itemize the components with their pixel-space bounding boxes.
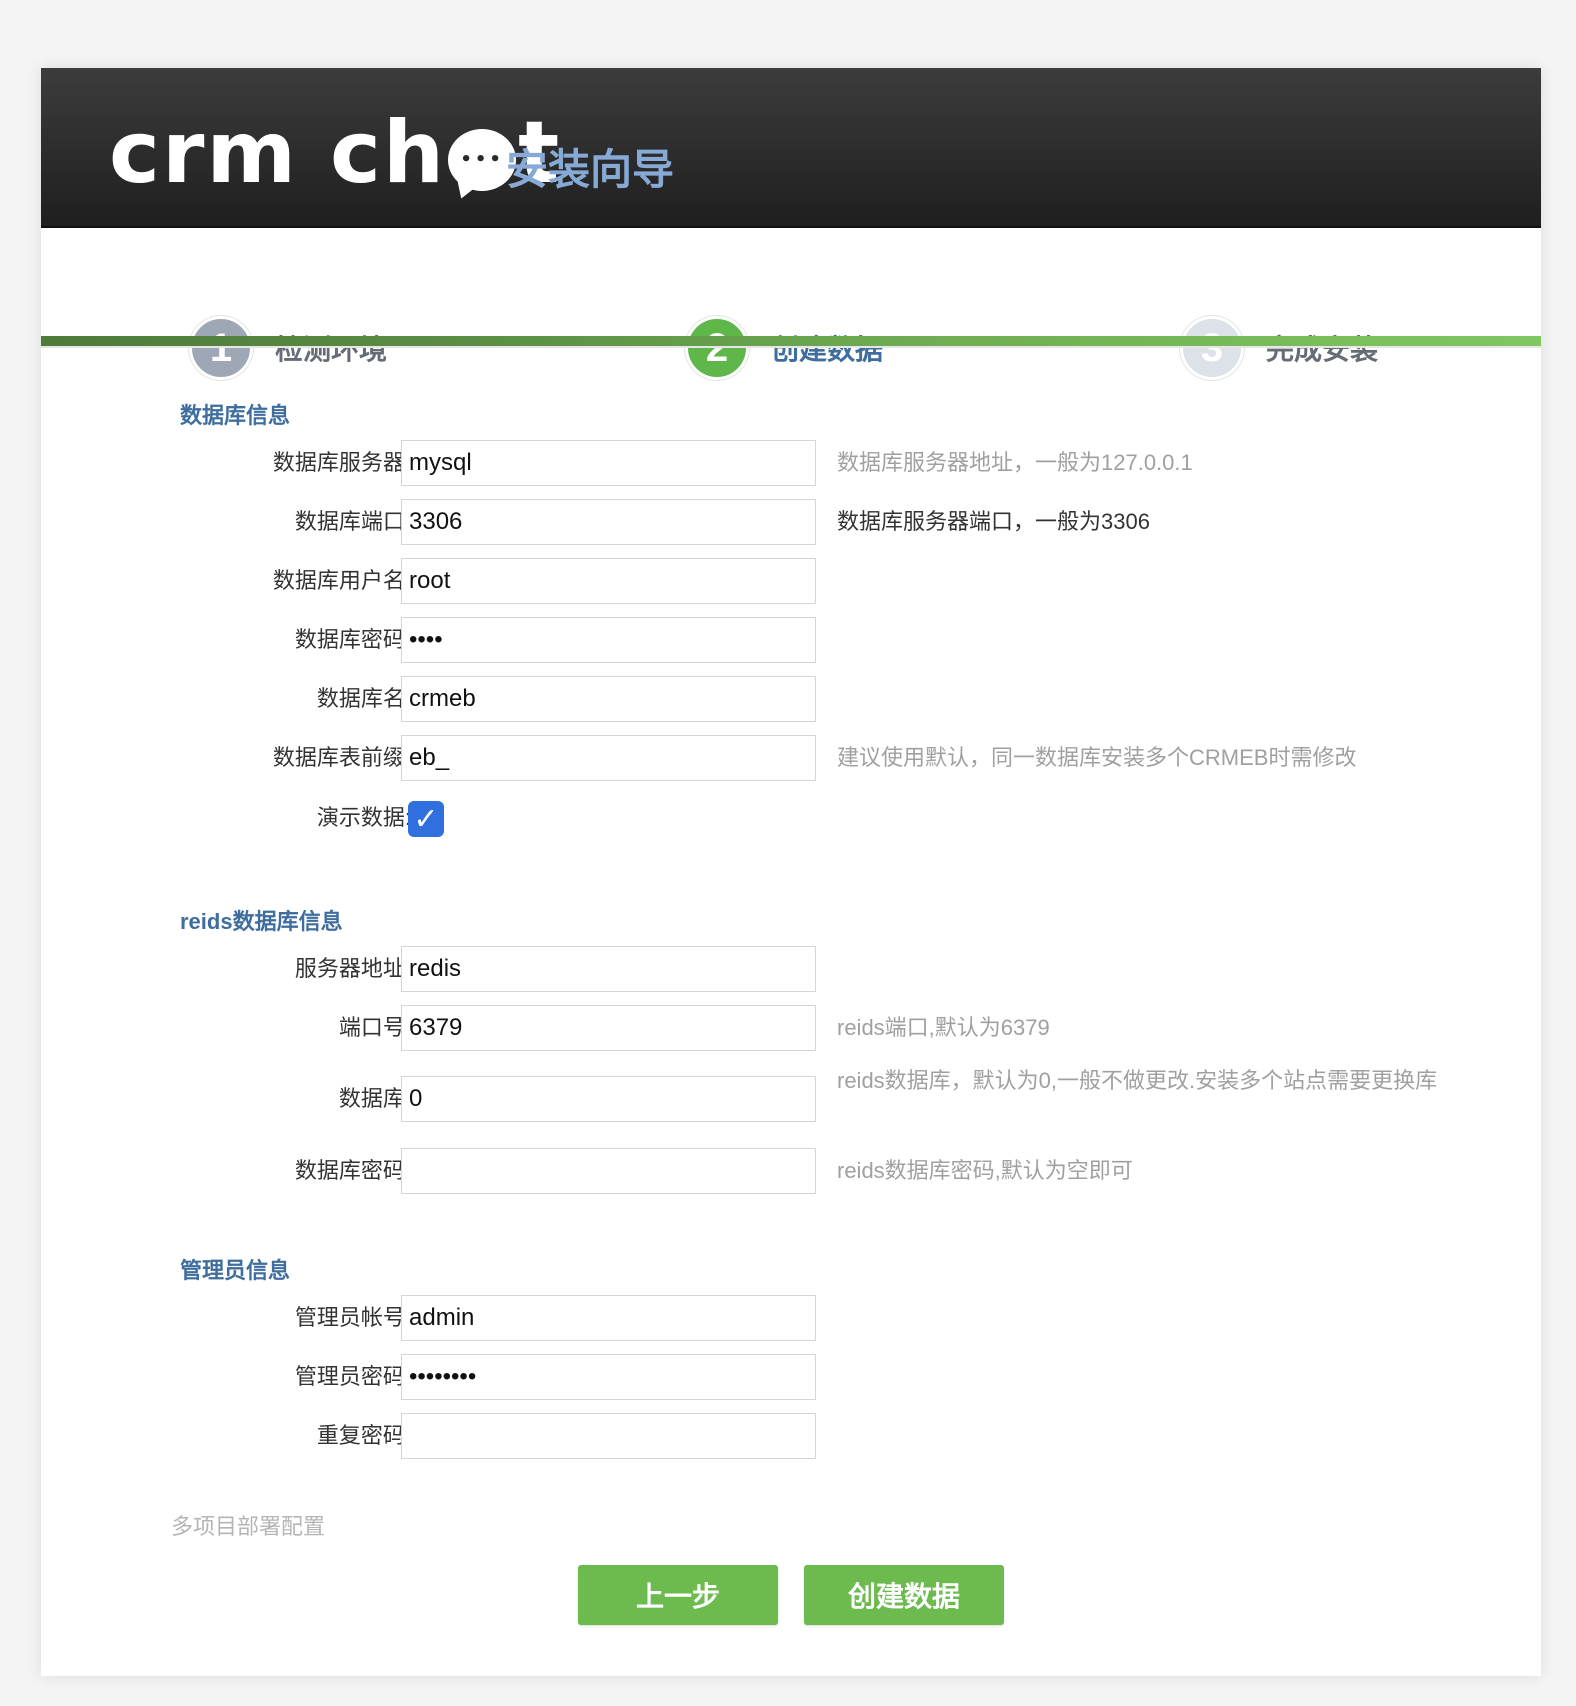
- step-create-data: 2 创建数据: [685, 316, 884, 380]
- field-label: 数据库端口:: [294, 509, 411, 534]
- row-admin-account: 管理员帐号:: [41, 1295, 1541, 1341]
- row-admin-repeat: 重复密码:: [41, 1413, 1541, 1459]
- admin-password-input[interactable]: [401, 1354, 816, 1400]
- field-label: 数据库密码:: [294, 627, 411, 652]
- step-check-env: 1 检测环境: [189, 316, 388, 380]
- step-label: 检测环境: [275, 334, 388, 365]
- install-wizard-page: crm ch•••t 安装向导 1 检测环境 2 创建数据 3 完成安装 数据库…: [41, 68, 1541, 1676]
- row-redis-password: 数据库密码: reids数据库密码,默认为空即可: [41, 1148, 1541, 1194]
- step-label: 创建数据: [771, 334, 884, 365]
- wizard-title: 安装向导: [506, 145, 675, 194]
- field-hint: reids端口,默认为6379: [837, 1015, 1050, 1040]
- db-name-input[interactable]: [401, 676, 816, 722]
- step-label: 完成安装: [1266, 334, 1379, 365]
- field-hint: 建议使用默认，同一数据库安装多个CRMEB时需修改: [837, 745, 1357, 770]
- multi-deploy-link[interactable]: 多项目部署配置: [171, 1509, 325, 1541]
- db-prefix-input[interactable]: [401, 735, 816, 781]
- section-title-db: 数据库信息: [180, 403, 291, 428]
- step-number: 1: [189, 316, 253, 380]
- field-label: 管理员帐号:: [294, 1305, 411, 1330]
- field-label: 重复密码:: [316, 1423, 411, 1448]
- crmchat-logo: crm ch ••• t: [109, 103, 562, 203]
- admin-repeat-password-input[interactable]: [401, 1413, 816, 1459]
- redis-password-input[interactable]: [401, 1148, 816, 1194]
- redis-db-input[interactable]: [401, 1076, 816, 1122]
- field-hint: reids数据库，默认为0,一般不做更改.安装多个站点需要更换库: [837, 1068, 1438, 1093]
- field-label: 演示数据:: [316, 805, 411, 830]
- field-hint: reids数据库密码,默认为空即可: [837, 1158, 1133, 1183]
- field-label: 服务器地址:: [294, 956, 411, 981]
- field-label: 管理员密码:: [294, 1364, 411, 1389]
- row-redis-db: 数据库: reids数据库，默认为0,一般不做更改.安装多个站点需要更换库: [41, 1068, 1541, 1122]
- redis-server-input[interactable]: [401, 946, 816, 992]
- header-bar: crm ch ••• t 安装向导: [41, 68, 1541, 228]
- admin-account-input[interactable]: [401, 1295, 816, 1341]
- row-db-port: 数据库端口: 数据库服务器端口，一般为3306: [41, 499, 1541, 545]
- row-db-user: 数据库用户名:: [41, 558, 1541, 604]
- field-hint: 数据库服务器端口，一般为3306: [837, 509, 1150, 534]
- field-label: 数据库表前缀:: [272, 745, 411, 770]
- field-label: 数据库名:: [316, 686, 411, 711]
- row-admin-password: 管理员密码:: [41, 1354, 1541, 1400]
- progress-bar: [41, 336, 1541, 346]
- row-demo-data: 演示数据: ✓: [41, 795, 1541, 841]
- field-label: 数据库服务器:: [272, 450, 411, 475]
- prev-step-button[interactable]: 上一步: [578, 1565, 778, 1625]
- step-number: 3: [1180, 316, 1244, 380]
- section-title-admin: 管理员信息: [180, 1258, 291, 1283]
- row-redis-server: 服务器地址:: [41, 946, 1541, 992]
- redis-port-input[interactable]: [401, 1005, 816, 1051]
- checkmark-icon: ✓: [413, 802, 439, 836]
- db-server-input[interactable]: [401, 440, 816, 486]
- field-label: 数据库密码:: [294, 1158, 411, 1183]
- db-user-input[interactable]: [401, 558, 816, 604]
- section-title-redis: reids数据库信息: [180, 909, 343, 934]
- db-port-input[interactable]: [401, 499, 816, 545]
- row-db-server: 数据库服务器: 数据库服务器地址，一般为127.0.0.1: [41, 440, 1541, 486]
- divider: [41, 346, 1541, 348]
- row-db-prefix: 数据库表前缀: 建议使用默认，同一数据库安装多个CRMEB时需修改: [41, 735, 1541, 781]
- field-label: 数据库用户名:: [272, 568, 411, 593]
- row-redis-port: 端口号: reids端口,默认为6379: [41, 1005, 1541, 1051]
- create-data-button[interactable]: 创建数据: [804, 1565, 1004, 1625]
- demo-data-checkbox[interactable]: ✓: [408, 801, 444, 837]
- step-finish-install: 3 完成安装: [1180, 316, 1379, 380]
- field-hint: 数据库服务器地址，一般为127.0.0.1: [837, 450, 1193, 475]
- db-password-input[interactable]: [401, 617, 816, 663]
- row-db-name: 数据库名:: [41, 676, 1541, 722]
- row-db-password: 数据库密码:: [41, 617, 1541, 663]
- step-number: 2: [685, 316, 749, 380]
